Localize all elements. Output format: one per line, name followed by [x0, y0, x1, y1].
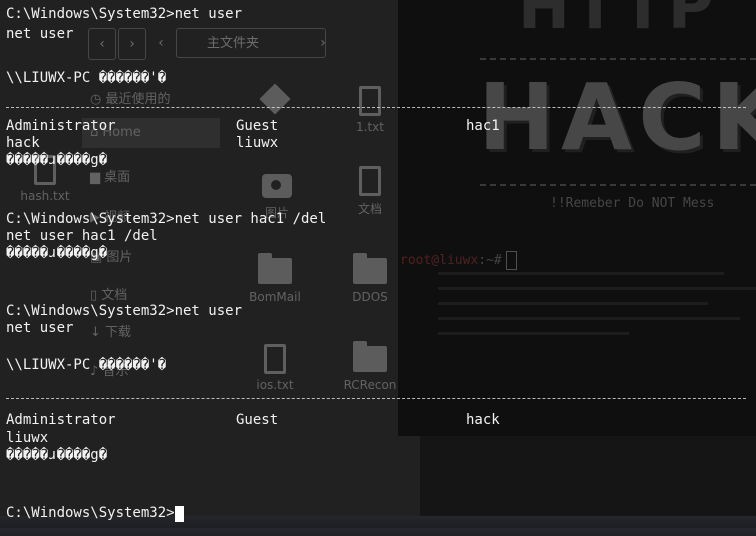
- username: liuwx: [236, 135, 279, 151]
- text-cursor: [174, 506, 184, 522]
- output-separator: [6, 107, 746, 108]
- status-line: �����ɹ����g�: [6, 245, 108, 261]
- echo-line: net user: [6, 26, 74, 42]
- output-separator: [6, 398, 746, 399]
- status-line: �����ɹ����g�: [6, 152, 108, 168]
- username: Guest: [236, 412, 279, 428]
- username: Administrator: [6, 412, 116, 428]
- command-line: C:\Windows\System32>net user hac1 /del: [6, 211, 327, 227]
- username: hack: [466, 412, 500, 428]
- cmd-terminal[interactable]: C:\Windows\System32>net user net user \\…: [0, 0, 756, 528]
- username: hack: [6, 135, 40, 151]
- command-line: C:\Windows\System32>net user: [6, 6, 243, 22]
- username: Administrator: [6, 118, 116, 134]
- output-header: \\LIUWX-PC ������'�: [6, 357, 167, 373]
- prompt-text: C:\Windows\System32>: [6, 505, 175, 521]
- username: hac1: [466, 118, 500, 134]
- status-line: �����ɹ����g�: [6, 447, 108, 463]
- echo-line: net user hac1 /del: [6, 228, 158, 244]
- echo-line: net user: [6, 320, 74, 336]
- user-row-username: liuwx: [6, 430, 49, 446]
- command-line: C:\Windows\System32>net user: [6, 303, 243, 319]
- current-prompt[interactable]: C:\Windows\System32>: [6, 505, 184, 522]
- user-row: Administrator Guest hac1: [6, 118, 746, 135]
- user-row: hack liuwx: [6, 135, 746, 152]
- user-row: Administrator Guest hack: [6, 412, 746, 429]
- output-header: \\LIUWX-PC ������'�: [6, 70, 167, 86]
- username: Guest: [236, 118, 279, 134]
